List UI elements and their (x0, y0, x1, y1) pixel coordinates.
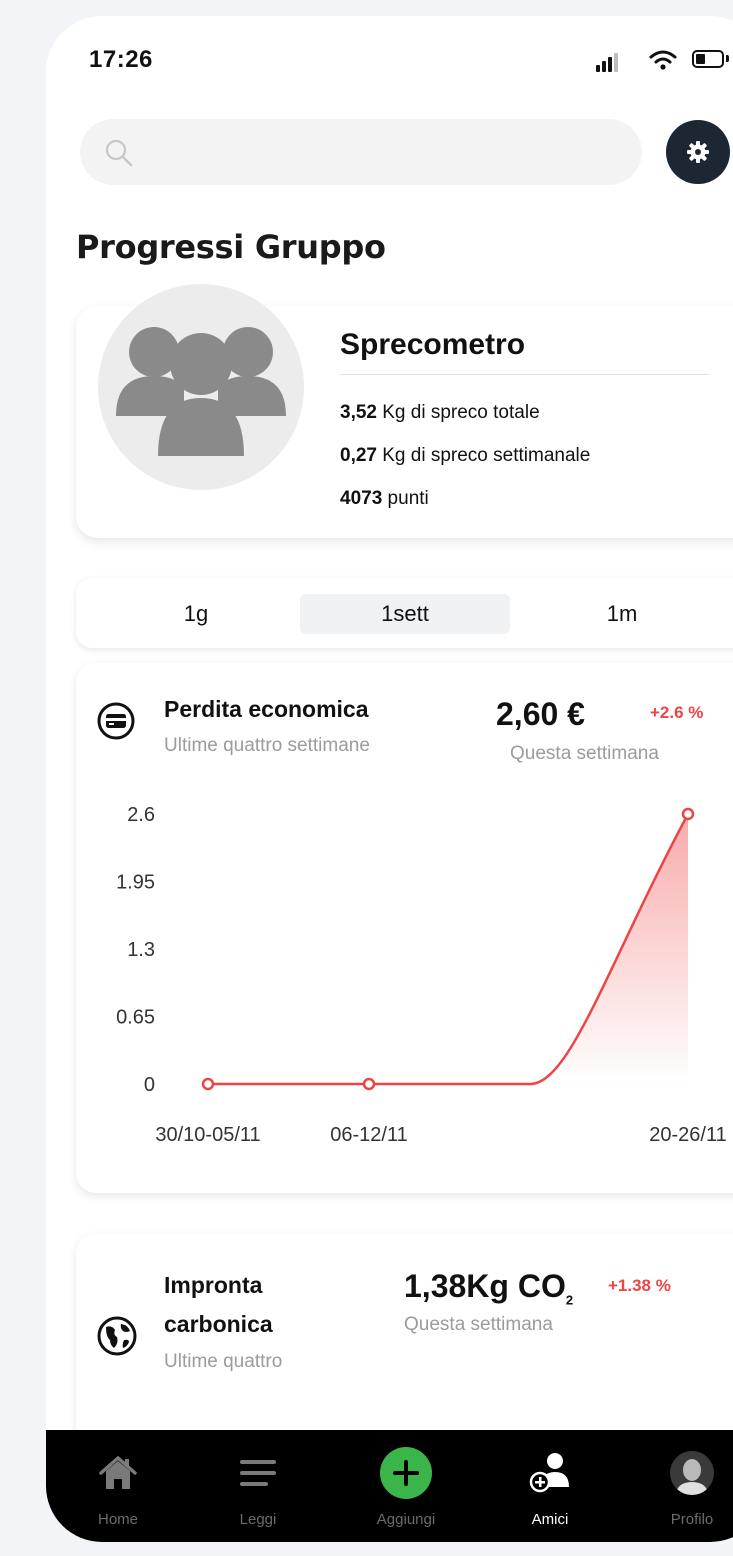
nav-label-profilo: Profilo (670, 1511, 714, 1528)
carbon-subtitle: Ultime quattro (164, 1351, 283, 1372)
group-avatar (98, 284, 304, 490)
tab-1m[interactable]: 1m (562, 594, 682, 634)
search-input[interactable] (80, 119, 642, 185)
economic-loss-card[interactable]: Perdita economica Ultime quattro settima… (76, 663, 733, 1193)
divider (340, 374, 710, 375)
nav-label-home: Home (97, 1511, 138, 1528)
carbon-title-line1: Impronta (164, 1272, 263, 1298)
phone-screen: 17:26 Progressi Gruppo Sprecometro 3,52 … (46, 16, 733, 1542)
stat-weekly-waste: 0,27 Kg di spreco settimanale (340, 445, 591, 466)
nav-home[interactable]: Home (58, 1430, 178, 1542)
nav-amici[interactable]: Amici (490, 1430, 610, 1542)
nav-aggiungi[interactable]: Aggiungi (346, 1430, 466, 1542)
nav-label-leggi: Leggi (239, 1511, 277, 1528)
carbon-delta-badge: +1.38 % (608, 1276, 671, 1295)
carbon-title-line2: carbonica (164, 1311, 273, 1337)
period-tabs: 1g 1sett 1m (76, 578, 733, 648)
series-area (530, 814, 688, 1084)
x-tick-label: 20-26/11 (649, 1124, 726, 1146)
nav-label-aggiungi: Aggiungi (376, 1511, 436, 1528)
data-point (362, 1077, 376, 1091)
add-friend-icon (529, 1453, 569, 1493)
stat-points: 4073 punti (340, 488, 429, 509)
group-name: Sprecometro (340, 328, 526, 361)
battery-icon (692, 50, 724, 68)
menu-icon (240, 1460, 276, 1486)
x-tick-label: 30/10-05/11 (155, 1124, 260, 1146)
home-icon (99, 1456, 137, 1489)
data-point (201, 1077, 215, 1091)
y-tick-label: 1.3 (127, 939, 155, 961)
bottom-nav: Home Leggi Aggiungi Amici Profilo (46, 1430, 733, 1542)
y-tick-label: 0 (144, 1074, 155, 1096)
tab-1sett[interactable]: 1sett (300, 594, 510, 634)
gear-icon (687, 141, 709, 163)
x-tick-label: 06-12/11 (330, 1124, 407, 1146)
y-tick-label: 1.95 (116, 872, 155, 894)
status-icons (596, 50, 733, 72)
wifi-icon (649, 50, 677, 70)
y-tick-label: 2.6 (127, 804, 155, 826)
search-icon (105, 139, 133, 167)
plus-icon (380, 1447, 432, 1499)
stat-total-waste: 3,52 Kg di spreco totale (340, 402, 540, 423)
avatar (670, 1451, 714, 1495)
search-field[interactable] (152, 133, 616, 173)
nav-leggi[interactable]: Leggi (198, 1430, 318, 1542)
status-time: 17:26 (89, 46, 153, 73)
page-title: Progressi Gruppo (76, 228, 386, 266)
nav-label-amici: Amici (531, 1511, 569, 1528)
y-tick-label: 0.65 (116, 1007, 155, 1029)
data-point (681, 807, 695, 821)
carbon-period-label: Questa settimana (404, 1314, 553, 1335)
settings-button[interactable] (666, 120, 730, 184)
group-icon (116, 327, 286, 456)
globe-icon (97, 1316, 137, 1356)
nav-profilo[interactable]: Profilo (632, 1430, 733, 1542)
tab-1g[interactable]: 1g (136, 594, 256, 634)
economic-loss-chart: 2.6 1.95 1.3 0.65 0 30/10-05/11 06-12/11 20-26/… (116, 804, 727, 1146)
carbon-value: 1,38Kg CO2 (404, 1268, 574, 1308)
